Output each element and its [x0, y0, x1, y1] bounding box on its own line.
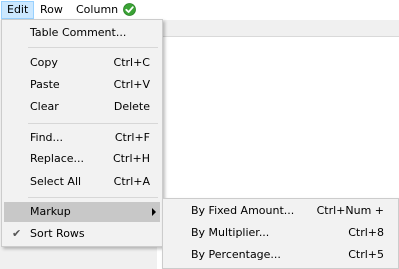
menu-column[interactable]: Column — [71, 1, 123, 18]
menu-item-table-comment[interactable]: Table Comment... — [4, 23, 160, 43]
menu-item-by-percentage[interactable]: By Percentage... Ctrl+5 — [165, 245, 396, 265]
menu-edit[interactable]: Edit — [1, 1, 35, 19]
menu-item-paste[interactable]: Paste Ctrl+V — [4, 75, 160, 95]
menu-item-select-all[interactable]: Select All Ctrl+A — [4, 172, 160, 192]
menu-separator — [28, 123, 158, 124]
menu-item-shortcut: Ctrl+8 — [348, 226, 384, 239]
menu-item-clear[interactable]: Clear Delete — [4, 97, 160, 117]
menu-item-shortcut: Delete — [113, 100, 150, 113]
grid-header-area — [157, 20, 399, 37]
menu-item-by-fixed-amount[interactable]: By Fixed Amount... Ctrl+Num + — [165, 201, 396, 221]
submenu-arrow-icon — [152, 208, 156, 216]
menu-separator — [28, 47, 158, 48]
menu-item-find[interactable]: Find... Ctrl+F — [4, 128, 160, 148]
menu-item-sort-rows[interactable]: ✔ Sort Rows — [4, 224, 160, 244]
menu-item-label: Markup — [30, 205, 71, 218]
menu-row[interactable]: Row — [35, 1, 68, 18]
menu-item-replace[interactable]: Replace... Ctrl+H — [4, 149, 160, 169]
menu-item-label: By Fixed Amount... — [191, 204, 295, 217]
green-checkmark-icon[interactable] — [123, 3, 136, 16]
menu-item-shortcut: Ctrl+F — [114, 131, 150, 144]
menu-bar: Edit Row Column — [0, 0, 399, 21]
menu-item-label: Paste — [30, 78, 60, 91]
menu-item-shortcut: Ctrl+5 — [348, 248, 384, 261]
menu-item-label: Table Comment... — [30, 26, 127, 39]
menu-item-label: Select All — [30, 175, 82, 188]
markup-submenu: By Fixed Amount... Ctrl+Num + By Multipl… — [162, 198, 399, 269]
menu-item-label: By Percentage... — [191, 248, 281, 261]
menu-item-shortcut: Ctrl+A — [113, 175, 150, 188]
menu-item-by-multiplier[interactable]: By Multiplier... Ctrl+8 — [165, 223, 396, 243]
menu-item-shortcut: Ctrl+H — [112, 152, 150, 165]
menu-item-shortcut: Ctrl+C — [113, 56, 150, 69]
menu-item-shortcut: Ctrl+V — [113, 78, 150, 91]
menu-item-copy[interactable]: Copy Ctrl+C — [4, 53, 160, 73]
menu-item-label: Clear — [30, 100, 59, 113]
menu-item-label: Sort Rows — [30, 227, 85, 240]
menu-item-label: Find... — [30, 131, 64, 144]
menu-item-shortcut: Ctrl+Num + — [316, 204, 384, 217]
edit-menu: Table Comment... Copy Ctrl+C Paste Ctrl+… — [1, 19, 163, 247]
menu-item-label: By Multiplier... — [191, 226, 270, 239]
menu-item-label: Replace... — [30, 152, 85, 165]
menu-separator — [28, 197, 158, 198]
menu-item-label: Copy — [30, 56, 58, 69]
menu-item-markup[interactable]: Markup — [4, 202, 160, 222]
checkmark-icon: ✔ — [12, 227, 22, 240]
